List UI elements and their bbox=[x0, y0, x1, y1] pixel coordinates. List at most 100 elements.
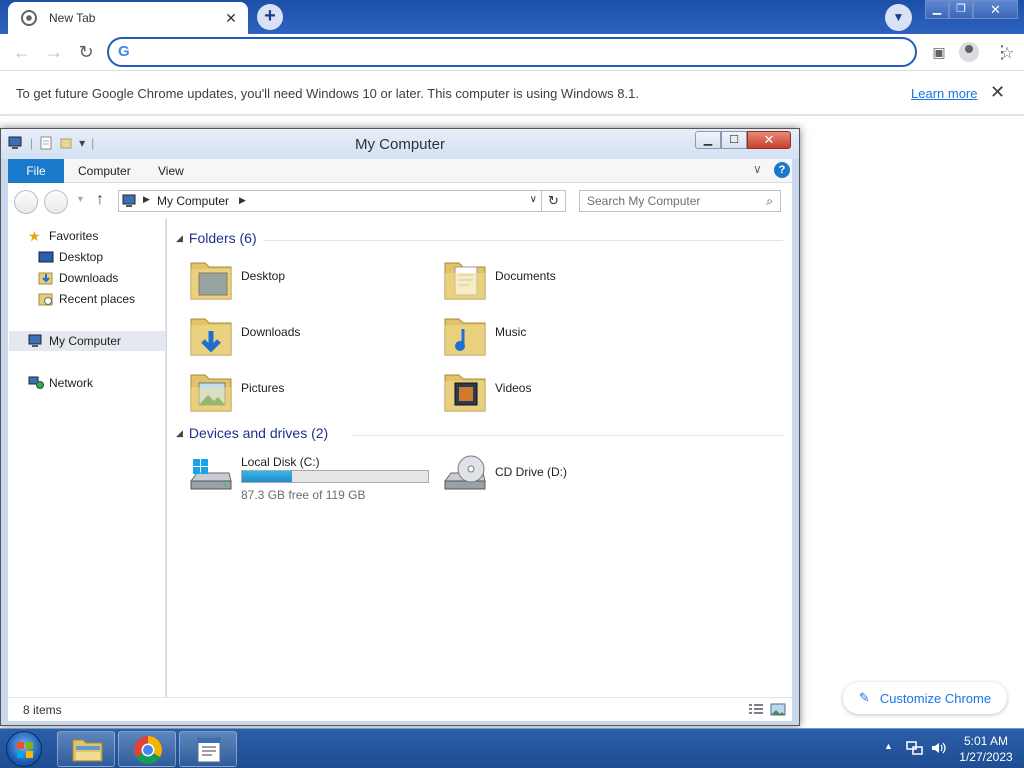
learn-more-link[interactable]: Learn more bbox=[911, 86, 977, 101]
side-panel-button[interactable]: ▣ bbox=[925, 38, 953, 66]
show-hidden-icons-icon[interactable]: ▲ bbox=[884, 741, 893, 751]
taskbar-chrome-button[interactable] bbox=[118, 731, 176, 767]
chrome-favicon-icon bbox=[21, 10, 37, 26]
nav-forward-button[interactable] bbox=[44, 190, 68, 214]
explorer-minimize-button[interactable]: ▁ bbox=[695, 131, 721, 149]
devices-group-header[interactable]: ◢ Devices and drives (2) bbox=[176, 425, 328, 441]
devices-header-label: Devices and drives (2) bbox=[188, 425, 329, 441]
recent-locations-icon[interactable]: ▼ bbox=[76, 194, 85, 204]
folder-tile-desktop[interactable]: Desktop bbox=[187, 253, 437, 305]
nav-item-label: Network bbox=[49, 376, 94, 390]
music-folder-icon bbox=[444, 318, 486, 356]
nav-item-label: Desktop bbox=[59, 250, 104, 264]
ribbon: File Computer View ∨ ? bbox=[8, 159, 792, 183]
address-text[interactable]: My Computer bbox=[157, 194, 229, 208]
chrome-close-button[interactable]: ✕ bbox=[973, 0, 1018, 19]
folder-tile-pictures[interactable]: Pictures bbox=[187, 365, 437, 417]
folder-label: Documents bbox=[495, 269, 556, 283]
folders-group-header[interactable]: ◢ Folders (6) bbox=[176, 230, 257, 246]
up-arrow-icon[interactable]: ↑ bbox=[96, 191, 104, 209]
taskbar-wordpad-button[interactable] bbox=[179, 731, 237, 767]
drive-tile-local-disk[interactable]: Local Disk (C:) 87.3 GB free of 119 GB bbox=[187, 449, 437, 502]
back-button[interactable]: ← bbox=[8, 38, 36, 66]
customize-chrome-button[interactable]: ✎ Customize Chrome bbox=[843, 682, 1007, 714]
profile-button[interactable] bbox=[955, 38, 983, 66]
explorer-window: | ▾ | My Computer ▁ ☐ ✕ File Computer Vi… bbox=[0, 128, 800, 726]
nav-item-my-computer[interactable]: My Computer bbox=[9, 331, 165, 351]
tab-close-icon[interactable]: ✕ bbox=[222, 9, 240, 27]
ribbon-tab-file[interactable]: File bbox=[8, 159, 64, 183]
tab-search-button[interactable]: ▼ bbox=[885, 4, 912, 31]
folder-tile-music[interactable]: Music bbox=[441, 309, 691, 361]
taskbar: ▲ 5:01 AM 1/27/2023 bbox=[0, 728, 1024, 768]
nav-back-button[interactable] bbox=[14, 190, 38, 214]
folder-label: Desktop bbox=[241, 269, 286, 283]
infobar-close-icon[interactable]: ✕ bbox=[990, 82, 1005, 103]
explorer-titlebar[interactable]: | ▾ | My Computer ▁ ☐ ✕ bbox=[1, 129, 799, 159]
folder-tile-documents[interactable]: Documents bbox=[441, 253, 691, 305]
ribbon-tab-computer[interactable]: Computer bbox=[78, 164, 131, 178]
computer-icon bbox=[122, 194, 136, 207]
navigation-pane: ★ Favorites Desktop Downloads Recent pla… bbox=[8, 219, 166, 697]
help-icon[interactable]: ? bbox=[774, 162, 790, 178]
ribbon-tab-view[interactable]: View bbox=[158, 164, 184, 178]
address-bar[interactable]: ▶ My Computer ▶ ∨ bbox=[118, 190, 542, 212]
chrome-restore-button[interactable]: ❐ bbox=[949, 0, 973, 19]
content-pane: ◢ Folders (6) Desktop Documents Download… bbox=[167, 219, 792, 697]
taskbar-explorer-button[interactable] bbox=[57, 731, 115, 767]
nav-item-label: Recent places bbox=[59, 292, 136, 306]
drive-name: Local Disk (C:) bbox=[241, 455, 320, 469]
forward-button[interactable]: → bbox=[40, 38, 68, 66]
local-disk-icon bbox=[190, 459, 232, 490]
volume-icon[interactable] bbox=[930, 740, 947, 756]
address-separator-icon[interactable]: ▶ bbox=[239, 195, 246, 206]
details-view-icon[interactable] bbox=[748, 703, 764, 716]
address-dropdown-icon[interactable]: ∨ bbox=[530, 194, 537, 205]
ribbon-expand-icon[interactable]: ∨ bbox=[753, 162, 762, 176]
explorer-close-button[interactable]: ✕ bbox=[747, 131, 791, 149]
group-divider bbox=[263, 240, 783, 241]
chrome-menu-button[interactable]: ⋮ bbox=[988, 38, 1016, 66]
network-tray-icon[interactable] bbox=[906, 740, 923, 756]
omnibox-input[interactable] bbox=[143, 42, 843, 62]
clock[interactable]: 5:01 AM 1/27/2023 bbox=[953, 733, 1019, 765]
explorer-maximize-button[interactable]: ☐ bbox=[721, 131, 747, 149]
folder-label: Videos bbox=[495, 381, 532, 395]
nav-item-label: My Computer bbox=[49, 334, 122, 348]
nav-item-recent-places[interactable]: Recent places bbox=[38, 289, 135, 309]
new-tab-button[interactable]: + bbox=[257, 4, 283, 30]
drive-usage-bar bbox=[241, 470, 429, 483]
recent-places-icon bbox=[38, 293, 53, 306]
explorer-window-title: My Computer bbox=[354, 136, 446, 153]
chrome-minimize-button[interactable]: ▁ bbox=[925, 0, 949, 19]
nav-item-favorites[interactable]: ★ Favorites bbox=[28, 226, 98, 246]
refresh-button[interactable]: ↻ bbox=[542, 190, 566, 212]
omnibox[interactable]: G ⇪ ☆ bbox=[107, 37, 1014, 67]
reload-button[interactable]: ↻ bbox=[72, 38, 100, 66]
clock-time: 5:01 AM bbox=[963, 734, 1009, 748]
folder-tile-videos[interactable]: Videos bbox=[441, 365, 691, 417]
collapse-arrow-icon[interactable]: ◢ bbox=[176, 233, 183, 244]
address-separator-icon[interactable]: ▶ bbox=[143, 194, 150, 205]
nav-item-network[interactable]: Network bbox=[28, 373, 93, 393]
drive-usage-fill bbox=[242, 471, 293, 482]
search-input[interactable] bbox=[587, 194, 747, 208]
chrome-tab-new-tab[interactable]: New Tab ✕ bbox=[8, 2, 248, 34]
collapse-arrow-icon[interactable]: ◢ bbox=[176, 428, 183, 439]
folder-label: Pictures bbox=[241, 381, 285, 395]
drive-free-space: 87.3 GB free of 119 GB bbox=[241, 488, 366, 502]
customize-chrome-label: Customize Chrome bbox=[879, 690, 992, 706]
search-box[interactable]: ⌕ bbox=[579, 190, 781, 212]
start-button[interactable] bbox=[6, 731, 42, 767]
nav-item-desktop[interactable]: Desktop bbox=[38, 247, 103, 267]
videos-folder-icon bbox=[444, 374, 486, 412]
search-icon[interactable]: ⌕ bbox=[766, 194, 773, 209]
wordpad-icon bbox=[197, 737, 221, 763]
folders-header-label: Folders (6) bbox=[188, 230, 257, 246]
large-icons-view-icon[interactable] bbox=[770, 703, 786, 716]
nav-item-downloads[interactable]: Downloads bbox=[38, 268, 118, 288]
nav-item-label: Favorites bbox=[49, 229, 99, 243]
folder-tile-downloads[interactable]: Downloads bbox=[187, 309, 437, 361]
desktop-icon bbox=[38, 251, 54, 263]
drive-tile-cd-drive[interactable]: CD Drive (D:) bbox=[441, 449, 691, 501]
